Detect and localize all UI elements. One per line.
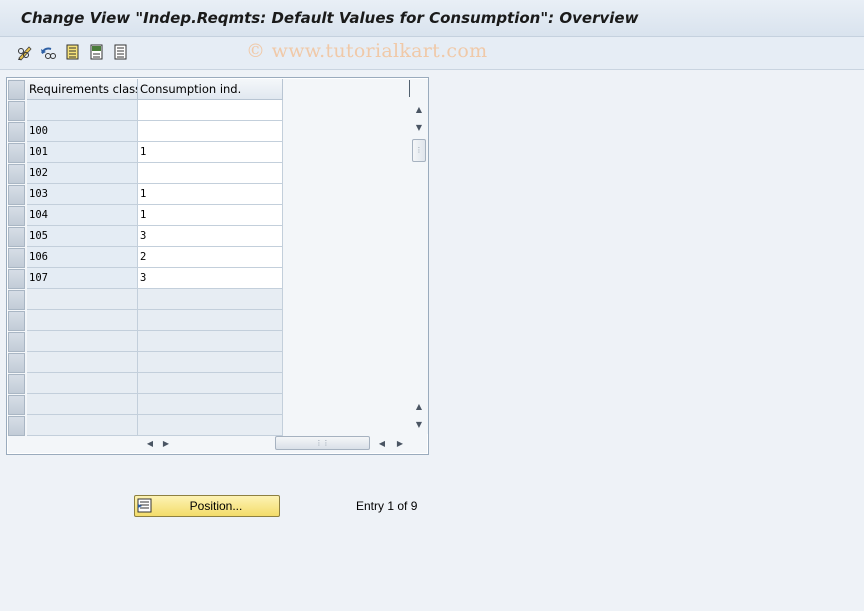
entry-counter: Entry 1 of 9 — [356, 499, 418, 513]
deselect-all-icon[interactable] — [88, 44, 106, 61]
requirements-class-cell — [27, 394, 138, 415]
scroll-down-icon[interactable]: ▼ — [410, 118, 428, 136]
consumption-ind-cell — [138, 331, 283, 352]
requirements-class-cell — [27, 352, 138, 373]
scroll-right-end-icon[interactable]: ▶ — [392, 434, 408, 452]
page-down-icon[interactable]: ▼ — [410, 415, 428, 433]
row-selector[interactable] — [8, 353, 25, 373]
row-selector[interactable] — [8, 395, 25, 415]
title-bar: Change View "Indep.Reqmts: Default Value… — [0, 0, 864, 37]
row-selector[interactable] — [8, 290, 25, 310]
table-row: 107 3 — [27, 268, 283, 289]
row-selector[interactable] — [8, 185, 25, 205]
table-row: 102 — [27, 163, 283, 184]
row-selector[interactable] — [8, 164, 25, 184]
table-row — [27, 352, 283, 373]
select-block-icon[interactable] — [112, 44, 130, 61]
undo-change-icon[interactable] — [39, 44, 57, 61]
row-selector[interactable] — [8, 332, 25, 352]
row-selector[interactable] — [8, 374, 25, 394]
table-row: 101 1 — [27, 142, 283, 163]
table-row — [27, 310, 283, 331]
scroll-right-icon[interactable]: ▶ — [158, 434, 174, 452]
scroll-left-end-icon[interactable]: ◀ — [374, 434, 390, 452]
page-up-icon[interactable]: ▲ — [410, 397, 428, 415]
row-selector[interactable] — [8, 248, 25, 268]
row-selector[interactable] — [8, 311, 25, 331]
consumption-ind-cell — [138, 373, 283, 394]
scroll-left-icon[interactable]: ◀ — [142, 434, 158, 452]
row-selector[interactable] — [8, 143, 25, 163]
row-selector[interactable] — [8, 206, 25, 226]
vertical-scroll-thumb[interactable]: ⋮ — [412, 139, 426, 162]
consumption-ind-cell — [138, 310, 283, 331]
table-row: 106 2 — [27, 247, 283, 268]
table-control: Requirements class Consumption ind. 100 1… — [6, 77, 429, 455]
window-title: Change View "Indep.Reqmts: Default Value… — [21, 9, 639, 27]
requirements-class-cell[interactable]: 104 — [27, 205, 138, 226]
requirements-class-cell[interactable]: 102 — [27, 163, 138, 184]
requirements-class-cell — [27, 289, 138, 310]
select-all-icon[interactable] — [64, 44, 82, 61]
requirements-class-cell — [27, 331, 138, 352]
row-selector[interactable] — [8, 416, 25, 436]
row-selector[interactable] — [8, 269, 25, 289]
select-all-rows-button[interactable] — [8, 80, 25, 100]
consumption-ind-cell — [138, 415, 283, 436]
consumption-ind-cell — [138, 289, 283, 310]
horizontal-scroll-thumb[interactable]: ⋮⋮ — [275, 436, 370, 450]
row-selector[interactable] — [8, 122, 25, 142]
horizontal-scrollbar[interactable]: ◀ ▶ ⋮⋮ ◀ ▶ — [138, 434, 410, 452]
table-row — [27, 394, 283, 415]
consumption-ind-cell[interactable] — [138, 100, 283, 121]
requirements-class-cell — [27, 310, 138, 331]
table-row — [27, 289, 283, 310]
consumption-ind-cell[interactable]: 1 — [138, 205, 283, 226]
consumption-ind-cell — [138, 352, 283, 373]
consumption-ind-cell[interactable]: 2 — [138, 247, 283, 268]
requirements-class-cell — [27, 373, 138, 394]
table-row: 100 — [27, 121, 283, 142]
edit-glasses-icon[interactable] — [16, 44, 34, 61]
requirements-class-cell[interactable]: 103 — [27, 184, 138, 205]
row-selector[interactable] — [8, 227, 25, 247]
table-row — [27, 100, 283, 121]
consumption-ind-cell[interactable] — [138, 121, 283, 142]
position-icon — [137, 498, 152, 513]
row-selector[interactable] — [8, 101, 25, 121]
consumption-ind-cell[interactable]: 3 — [138, 226, 283, 247]
watermark-text: © www.tutorialkart.com — [246, 40, 488, 62]
requirements-class-cell[interactable]: 107 — [27, 268, 138, 289]
table-row: 103 1 — [27, 184, 283, 205]
consumption-ind-cell[interactable]: 3 — [138, 268, 283, 289]
consumption-ind-cell — [138, 394, 283, 415]
position-button-label: Position... — [189, 499, 243, 513]
column-header-consumption-ind[interactable]: Consumption ind. — [138, 79, 283, 100]
consumption-ind-cell[interactable]: 1 — [138, 184, 283, 205]
table-row — [27, 415, 283, 436]
consumption-ind-cell[interactable]: 1 — [138, 142, 283, 163]
requirements-class-cell[interactable] — [27, 100, 138, 121]
table-row: 104 1 — [27, 205, 283, 226]
requirements-class-cell[interactable]: 100 — [27, 121, 138, 142]
scroll-up-icon[interactable]: ▲ — [410, 100, 428, 118]
requirements-class-cell — [27, 415, 138, 436]
table-row — [27, 331, 283, 352]
vertical-scrollbar[interactable]: ▲ ▼ ⋮ ▲ ▼ — [410, 79, 428, 434]
requirements-class-cell[interactable]: 101 — [27, 142, 138, 163]
table-row: 105 3 — [27, 226, 283, 247]
position-button[interactable]: Position... — [134, 495, 280, 517]
table-row — [27, 373, 283, 394]
column-header-requirements-class[interactable]: Requirements class — [27, 79, 138, 100]
requirements-class-cell[interactable]: 105 — [27, 226, 138, 247]
requirements-class-cell[interactable]: 106 — [27, 247, 138, 268]
consumption-ind-cell[interactable] — [138, 163, 283, 184]
